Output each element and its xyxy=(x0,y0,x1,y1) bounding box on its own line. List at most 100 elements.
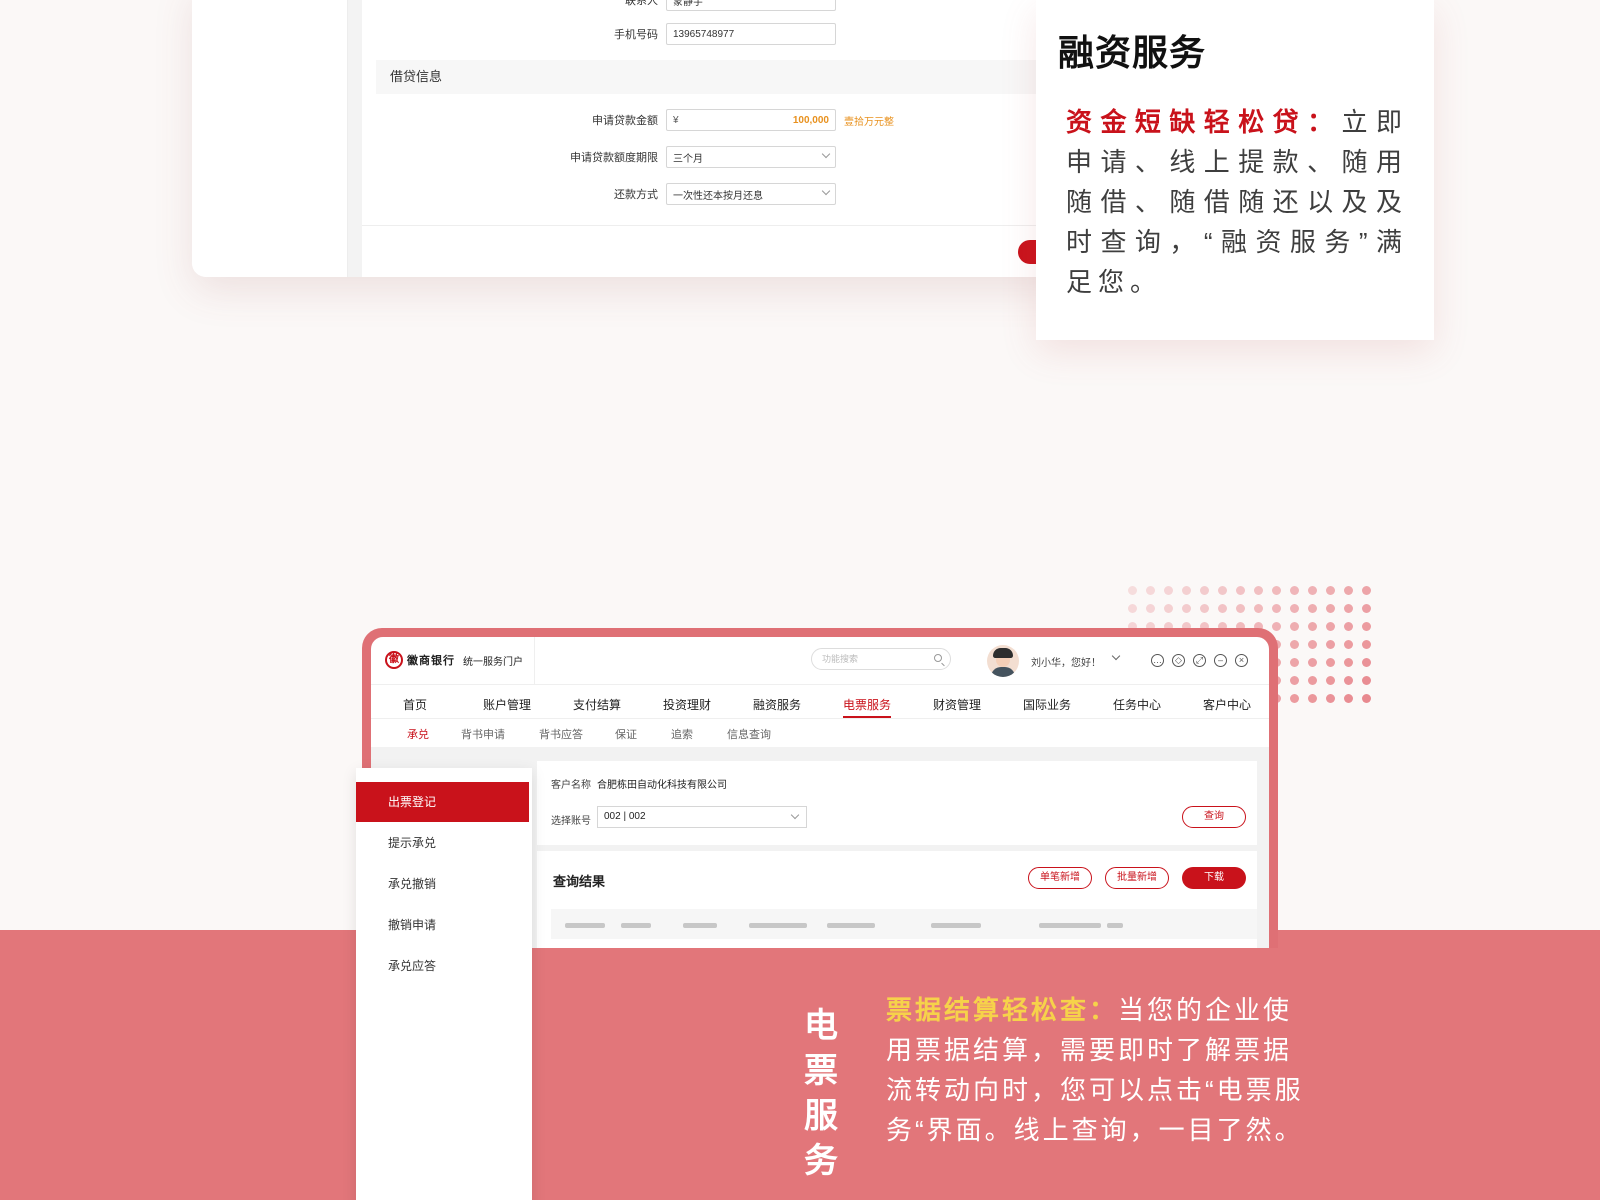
sub-tab-0[interactable]: 承兑 xyxy=(407,726,429,742)
term-value: 三个月 xyxy=(673,153,703,165)
repay-row: 还款方式 一次性还本按月还息 xyxy=(372,183,836,205)
loan-form-card: 联系人 蒙静宇 手机号码 13965748977 借贷信息 申请贷款金额 ¥ 1… xyxy=(192,0,1072,277)
sub-tab-1[interactable]: 背书申请 xyxy=(461,726,505,742)
decor-dot xyxy=(1290,676,1299,685)
sidebar-item-0[interactable]: 出票登记 xyxy=(356,782,529,822)
sidebar-item-2[interactable]: 承兑撤销 xyxy=(356,864,532,904)
decor-dot xyxy=(1362,622,1371,631)
vertical-title-char-2: 服 xyxy=(804,1097,838,1135)
financing-highlight: 资金短缺轻松贷： xyxy=(1066,107,1342,137)
account-select[interactable]: 002 | 002 xyxy=(597,806,807,828)
search-placeholder: 功能搜索 xyxy=(822,654,859,664)
term-select[interactable]: 三个月 xyxy=(666,146,836,168)
close-icon[interactable]: × xyxy=(1235,654,1248,667)
tab-9[interactable]: 客户中心 xyxy=(1203,696,1251,713)
search-icon[interactable] xyxy=(934,654,942,662)
decor-dot xyxy=(1362,586,1371,595)
vertical-title-char-3: 务 xyxy=(804,1142,838,1180)
tab-7[interactable]: 国际业务 xyxy=(1023,696,1071,713)
contact-field[interactable]: 蒙静宇 xyxy=(666,0,836,11)
portal-header: 徽 徽商银行 统一服务门户 功能搜索 刘小华，您好！ … ◇ ⤢ – × xyxy=(371,637,1269,685)
amount-field[interactable]: ¥ 100,000 xyxy=(666,109,836,131)
tab-3[interactable]: 投资理财 xyxy=(663,696,711,713)
decor-dot xyxy=(1362,640,1371,649)
message-icon[interactable]: … xyxy=(1151,654,1164,667)
decor-dot xyxy=(1362,694,1371,703)
decor-dot xyxy=(1290,658,1299,667)
term-row: 申请贷款额度期限 三个月 xyxy=(372,146,836,168)
customer-name: 合肥栋田自动化科技有限公司 xyxy=(597,780,727,791)
tab-0[interactable]: 首页 xyxy=(403,696,427,713)
decor-dot xyxy=(1344,640,1353,649)
eticket-description: 票据结算轻松查：当您的企业使用票据结算，需要即时了解票据流转动向时，您可以点击“… xyxy=(886,990,1316,1150)
decor-dot xyxy=(1308,694,1317,703)
decor-dot xyxy=(1308,640,1317,649)
account-label: 选择账号 xyxy=(551,816,591,827)
amount-in-words: 壹拾万元整 xyxy=(844,116,894,128)
phone-field[interactable]: 13965748977 xyxy=(666,23,836,45)
user-greeting[interactable]: 刘小华，您好！ xyxy=(1031,654,1101,669)
search-input[interactable]: 功能搜索 xyxy=(811,648,951,670)
sub-tab-3[interactable]: 保证 xyxy=(615,726,637,742)
decor-dot xyxy=(1128,586,1137,595)
repay-select[interactable]: 一次性还本按月还息 xyxy=(666,183,836,205)
tab-5[interactable]: 电票服务 xyxy=(843,696,891,713)
skin-icon[interactable]: ◇ xyxy=(1172,654,1185,667)
fullscreen-icon[interactable]: ⤢ xyxy=(1193,654,1206,667)
query-panel: 客户名称 合肥栋田自动化科技有限公司 选择账号 002 | 002 查询 xyxy=(537,761,1257,845)
single-add-button[interactable]: 单笔新增 xyxy=(1028,867,1092,889)
bank-logo[interactable]: 徽 徽商银行 统一服务门户 xyxy=(385,651,523,669)
chevron-down-icon xyxy=(790,810,800,820)
decor-dot xyxy=(1164,586,1173,595)
repay-value: 一次性还本按月还息 xyxy=(673,190,763,202)
repay-label: 还款方式 xyxy=(614,189,658,201)
decor-dot xyxy=(1344,658,1353,667)
sidebar-item-1[interactable]: 提示承兑 xyxy=(356,823,532,863)
sidebar-item-3[interactable]: 撤销申请 xyxy=(356,905,532,945)
download-button[interactable]: 下载 xyxy=(1182,867,1246,889)
decor-dot xyxy=(1290,586,1299,595)
financing-title: 融资服务 xyxy=(1058,32,1207,73)
chevron-down-icon[interactable] xyxy=(1111,651,1121,661)
decor-dot xyxy=(1290,622,1299,631)
decor-dot xyxy=(1308,622,1317,631)
avatar[interactable] xyxy=(987,645,1019,677)
decor-dot xyxy=(1218,586,1227,595)
tab-6[interactable]: 财资管理 xyxy=(933,696,981,713)
tab-8[interactable]: 任务中心 xyxy=(1113,696,1161,713)
result-panel: 查询结果 单笔新增 批量新增 下载 xyxy=(537,851,1257,948)
customer-label: 客户名称 xyxy=(551,780,591,791)
chevron-down-icon xyxy=(821,149,831,159)
decor-dot xyxy=(1326,676,1335,685)
decor-dot xyxy=(1362,676,1371,685)
active-tab-underline xyxy=(843,716,891,718)
decor-dot xyxy=(1326,604,1335,613)
decor-dot xyxy=(1290,694,1299,703)
sidebar-item-4[interactable]: 承兑应答 xyxy=(356,946,532,986)
vertical-title-char-0: 电 xyxy=(804,1007,838,1045)
decor-dot xyxy=(1326,694,1335,703)
decor-dot xyxy=(1254,586,1263,595)
sub-tab-2[interactable]: 背书应答 xyxy=(539,726,583,742)
loan-form-sidebar xyxy=(192,0,348,277)
amount-row: 申请贷款金额 ¥ 100,000 壹拾万元整 xyxy=(372,109,894,131)
decor-dot xyxy=(1362,604,1371,613)
contact-label: 联系人 xyxy=(625,0,658,7)
amount-label: 申请贷款金额 xyxy=(592,115,658,127)
sub-tab-4[interactable]: 追索 xyxy=(671,726,693,742)
sub-tab-5[interactable]: 信息查询 xyxy=(727,726,771,742)
loan-form-gutter xyxy=(348,0,362,277)
batch-add-button[interactable]: 批量新增 xyxy=(1105,867,1169,889)
tab-4[interactable]: 融资服务 xyxy=(753,696,801,713)
query-button[interactable]: 查询 xyxy=(1182,806,1246,828)
currency-symbol: ¥ xyxy=(673,114,679,126)
decor-dot xyxy=(1182,586,1191,595)
tab-2[interactable]: 支付结算 xyxy=(573,696,621,713)
tab-1[interactable]: 账户管理 xyxy=(483,696,531,713)
minimize-icon[interactable]: – xyxy=(1214,654,1227,667)
sub-nav: 承兑 背书申请 背书应答 保证 追索 信息查询 xyxy=(371,719,1269,747)
eticket-highlight: 票据结算轻松查： xyxy=(886,995,1119,1025)
header-divider xyxy=(534,637,535,685)
header-tools: … ◇ ⤢ – × xyxy=(1151,654,1248,667)
chevron-down-icon xyxy=(821,186,831,196)
